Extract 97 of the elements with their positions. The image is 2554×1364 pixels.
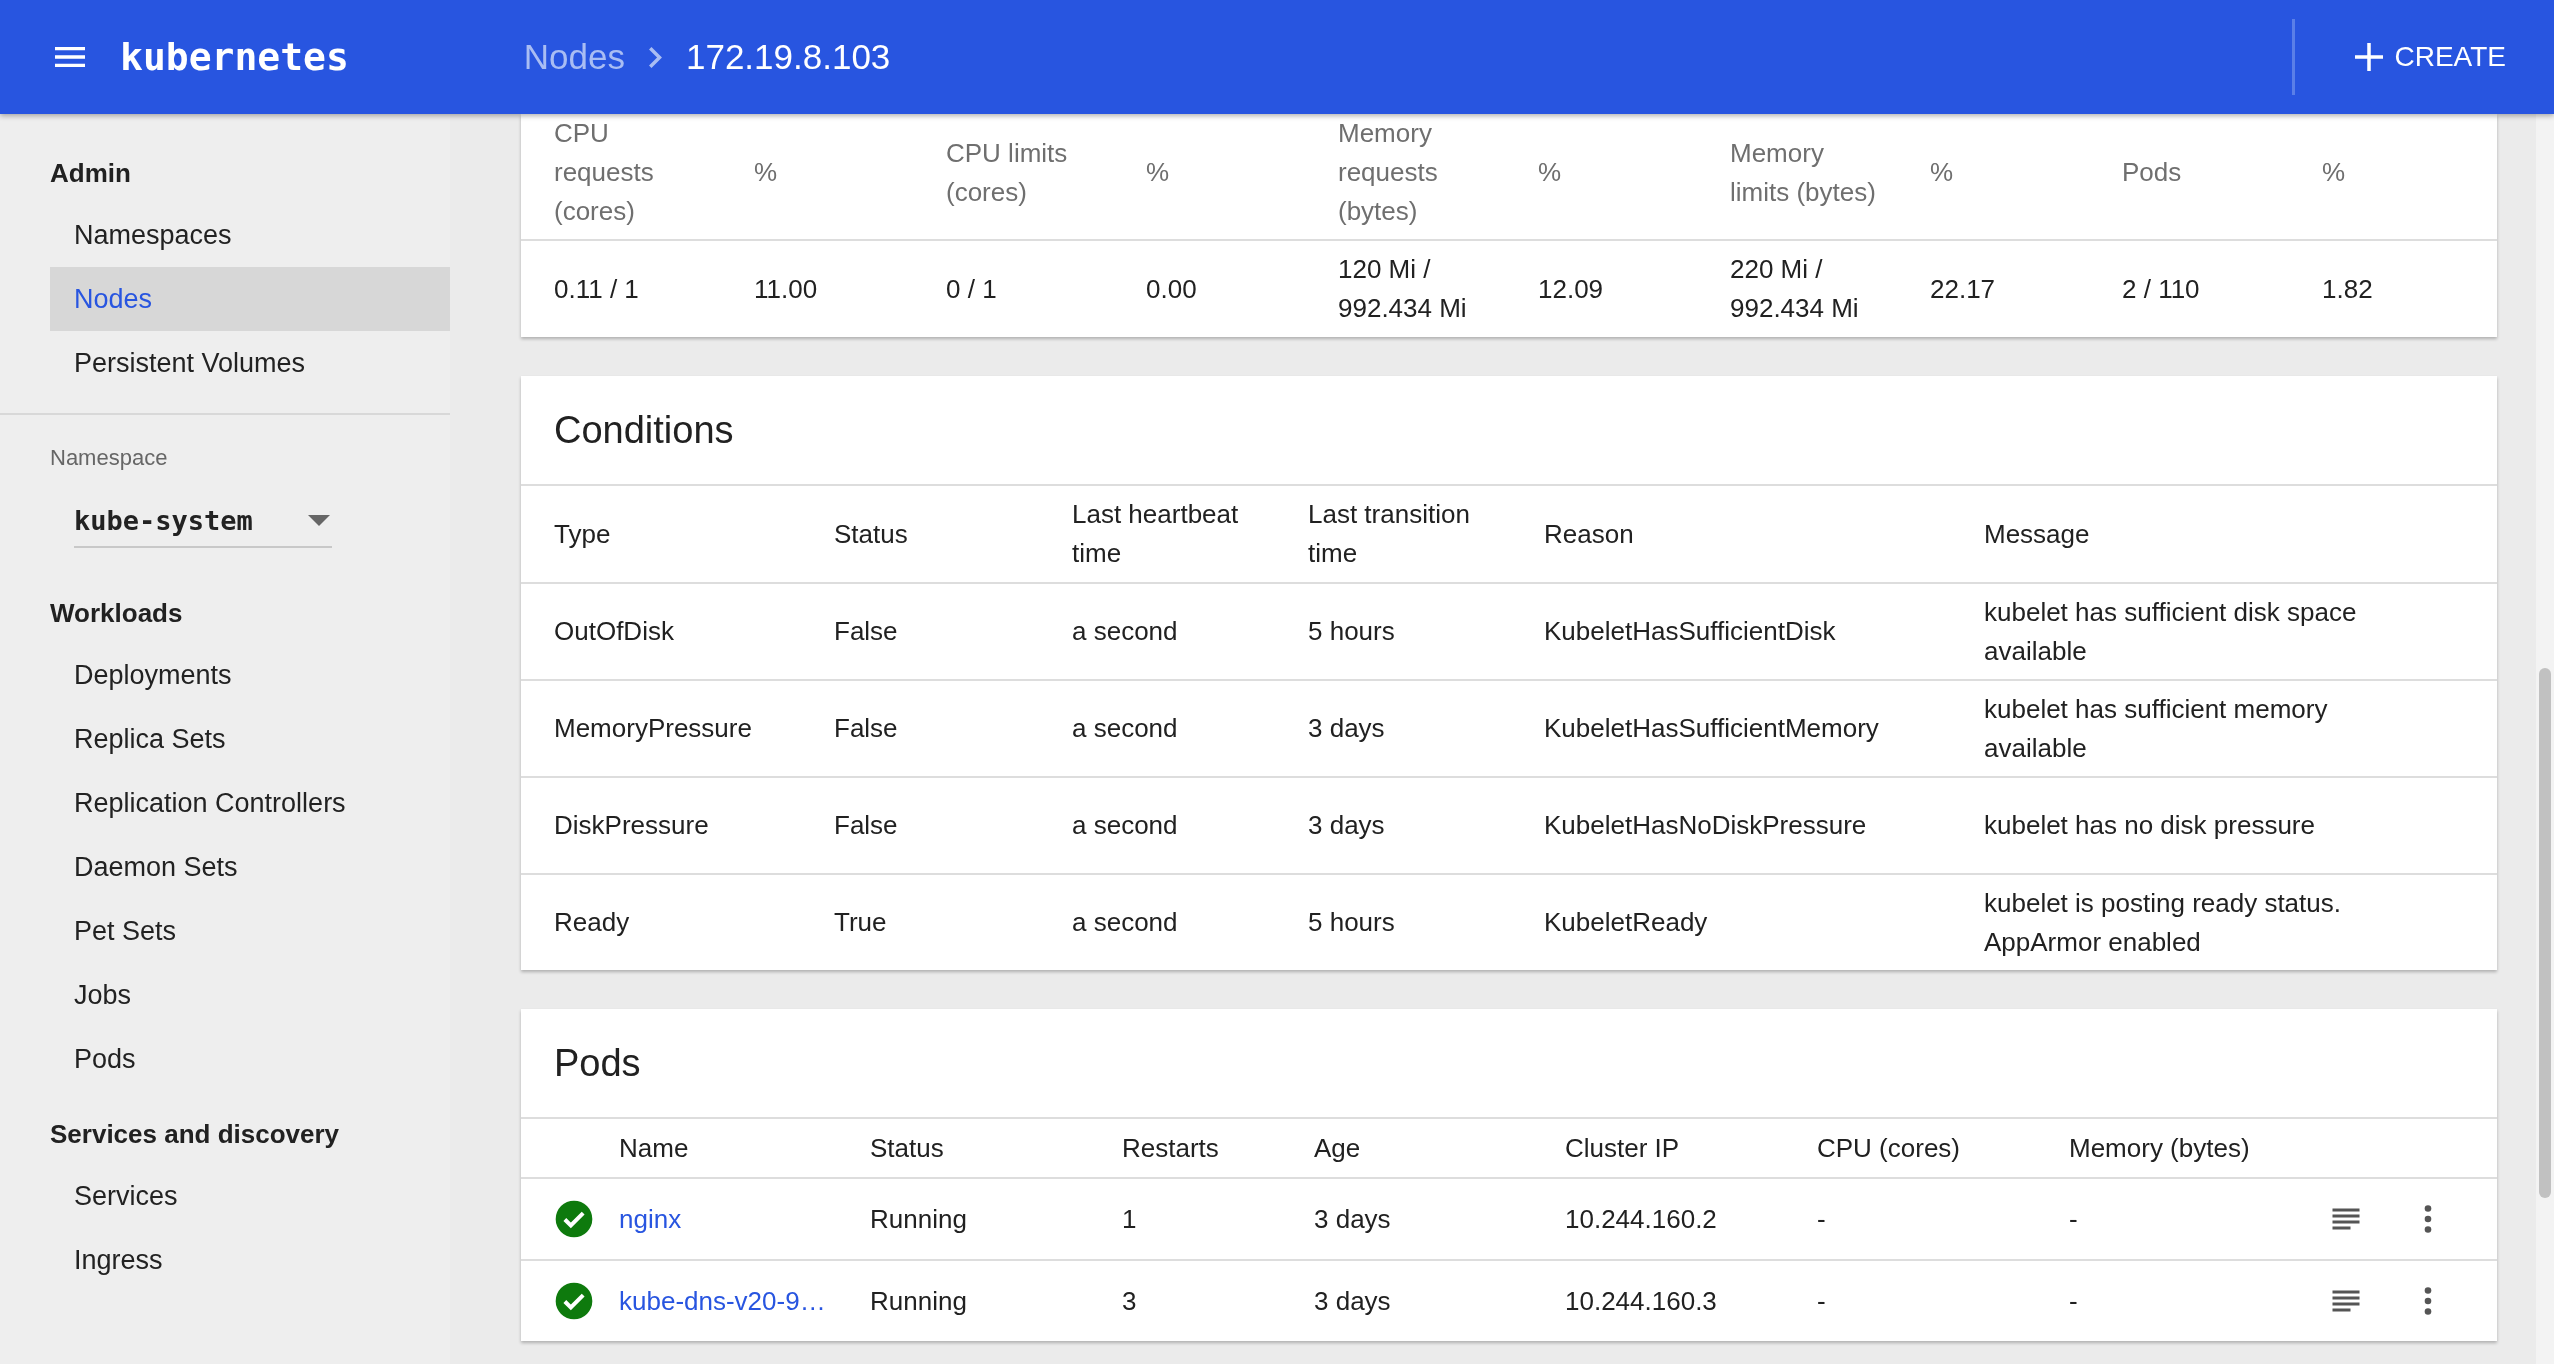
table-cell-text: False <box>834 615 899 648</box>
table-cell-text: kubelet has sufficient memory available <box>1984 692 2329 765</box>
column-header: Last heartbeat time <box>1072 498 1240 570</box>
table-cell-text: KubeletHasSufficientMemory <box>1544 712 1880 745</box>
dropdown-caret-icon <box>308 515 330 526</box>
column-header: Memory (bytes) <box>2069 1132 2251 1164</box>
column-header: % <box>2322 156 2347 189</box>
sidebar-item[interactable]: Namespaces <box>50 203 450 267</box>
column-header: Restarts <box>1122 1132 1220 1164</box>
chevron-icon <box>648 46 662 68</box>
sidebar-item[interactable]: Persistent Volumes <box>50 331 450 395</box>
table-cell-text: 5 hours <box>1308 906 1396 939</box>
sidebar-section-title: Workloads <box>49 597 184 630</box>
table-cell-text: Running <box>870 1203 968 1235</box>
table-cell-text: DiskPressure <box>554 809 710 842</box>
table-cell-text: KubeletHasNoDiskPressure <box>1544 809 1868 842</box>
table-cell-text: - <box>2069 1285 2079 1317</box>
namespace-select[interactable]: kube-system <box>74 505 332 548</box>
table-cell-text: 12.09 <box>1538 272 1605 306</box>
table-cell-text: 10.244.160.3 <box>1565 1285 1718 1317</box>
column-header: Reason <box>1544 517 1635 551</box>
table-cell-text: 220 Mi / 992.434 Mi <box>1730 253 1860 325</box>
sidebar-item[interactable]: Services <box>50 1164 450 1228</box>
table-cell-text: KubeletHasSufficientDisk <box>1544 615 1837 648</box>
table-cell-text: 0 / 1 <box>946 272 998 306</box>
table-cell-text: 2 / 110 <box>2122 272 2201 306</box>
plus-icon <box>2354 43 2383 71</box>
scrollbar-thumb[interactable] <box>2539 668 2551 1198</box>
column-header: Memory limits (bytes) <box>1730 136 1877 209</box>
table-cell-text: 1.82 <box>2322 272 2374 306</box>
table-cell-text: False <box>834 712 899 745</box>
table-cell-text: 3 <box>1122 1285 1138 1317</box>
pod-link[interactable]: kube-dns-v20-9… <box>619 1285 826 1317</box>
sidebar-section-title: Services and discovery <box>49 1118 341 1151</box>
table-cell-text: 3 days <box>1308 712 1386 745</box>
column-header: CPU requests (cores) <box>554 117 655 228</box>
sidebar-item[interactable]: Pods <box>50 1027 450 1091</box>
table-cell-text: - <box>1817 1203 1827 1235</box>
sidebar-item[interactable]: Nodes <box>50 267 450 331</box>
pod-link[interactable]: nginx <box>619 1203 682 1235</box>
table-cell-text: a second <box>1072 809 1179 842</box>
table-cell-text: kubelet is posting ready status. AppArmor enabled <box>1984 886 2342 959</box>
sidebar-item[interactable]: Pet Sets <box>50 899 450 963</box>
breadcrumb-current: 172.19.8.103 <box>685 37 891 77</box>
table-cell-text: True <box>834 906 888 939</box>
sidebar-item[interactable]: Replication Controllers <box>50 771 450 835</box>
column-header: Last transition time <box>1308 498 1471 570</box>
table-cell-text: 5 hours <box>1308 615 1396 648</box>
table-cell-text: Running <box>870 1285 968 1317</box>
column-header: Cluster IP <box>1565 1132 1681 1164</box>
table-cell-text: 3 days <box>1308 809 1386 842</box>
table-cell-text: kubelet has sufficient disk space available <box>1984 595 2358 668</box>
table-cell-text: 11.00 <box>754 272 819 306</box>
sidebar-item[interactable]: Daemon Sets <box>50 835 450 899</box>
sidebar-item[interactable]: Jobs <box>50 963 450 1027</box>
table-cell-text: - <box>2069 1203 2079 1235</box>
column-header: % <box>1538 156 1563 189</box>
table-cell-text: MemoryPressure <box>554 712 753 745</box>
card-title: Pods <box>521 1009 2497 1119</box>
table-cell-text: a second <box>1072 906 1179 939</box>
table-cell-text: 22.17 <box>1930 272 1997 306</box>
table-cell-text: 0.11 / 1 <box>554 272 640 306</box>
column-header: Memory requests (bytes) <box>1338 117 1439 228</box>
namespace-label: Namespace <box>49 445 169 471</box>
column-header: Message <box>1984 517 2091 551</box>
sidebar-item[interactable]: Ingress <box>50 1228 450 1292</box>
table-cell-text: 1 <box>1122 1203 1138 1235</box>
sidebar-item[interactable]: Replica Sets <box>50 707 450 771</box>
sidebar-section-title: Admin <box>49 157 132 190</box>
table-cell-text: 3 days <box>1314 1203 1392 1235</box>
column-header: Name <box>619 1132 690 1164</box>
card-title: Conditions <box>521 376 2497 486</box>
column-header: Type <box>554 517 612 551</box>
table-cell-text: 120 Mi / 992.434 Mi <box>1338 253 1468 325</box>
table-cell-text: False <box>834 809 899 842</box>
column-header: % <box>754 156 779 189</box>
table-cell-text: 3 days <box>1314 1285 1392 1317</box>
column-header: CPU (cores) <box>1817 1132 1961 1164</box>
table-cell-text: KubeletReady <box>1544 906 1709 939</box>
table-cell-text: 10.244.160.2 <box>1565 1203 1718 1235</box>
column-header: Status <box>834 517 909 551</box>
table-cell-text: kubelet has no disk pressure <box>1984 809 2316 842</box>
app-title: kubernetes <box>120 35 349 79</box>
column-header: Pods <box>2122 156 2183 189</box>
table-cell-text: - <box>1817 1285 1827 1317</box>
column-header: Age <box>1314 1132 1362 1164</box>
column-header: Status <box>870 1132 945 1164</box>
column-header: % <box>1930 156 1955 189</box>
table-cell-text: 0.00 <box>1146 272 1198 306</box>
column-header: % <box>1146 156 1171 189</box>
table-cell-text: OutOfDisk <box>554 615 675 648</box>
table-cell-text: a second <box>1072 712 1179 745</box>
column-header: CPU limits (cores) <box>946 136 1069 209</box>
table-cell-text: a second <box>1072 615 1179 648</box>
create-button[interactable]: CREATE <box>2344 31 2516 83</box>
sidebar-item[interactable]: Deployments <box>50 643 450 707</box>
table-cell-text: Ready <box>554 906 631 939</box>
